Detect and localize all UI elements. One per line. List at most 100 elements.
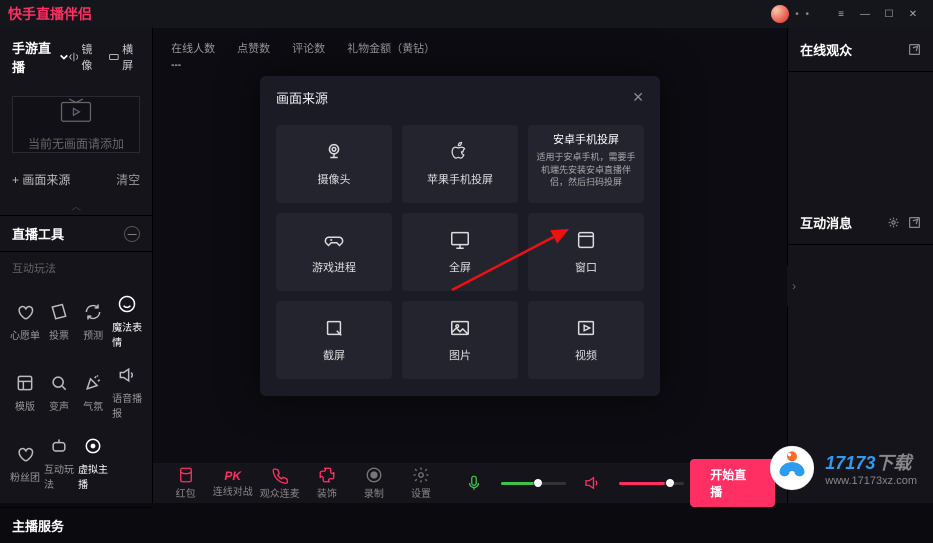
modal-close-icon[interactable]: ✕ bbox=[632, 89, 644, 106]
tools-sub-label: 互动玩法 bbox=[0, 252, 152, 284]
speaker-icon bbox=[117, 365, 137, 385]
tools-title: 直播工具 bbox=[12, 224, 64, 243]
bb-mic[interactable] bbox=[454, 474, 495, 493]
mode-dropdown[interactable]: 手游直播 bbox=[12, 38, 69, 76]
tool-virtual-host[interactable]: 虚拟主播 bbox=[78, 430, 108, 497]
puzzle-icon bbox=[318, 466, 336, 484]
window-icon bbox=[575, 229, 597, 251]
mic-slider[interactable] bbox=[501, 482, 566, 485]
collapse-right-icon[interactable]: › bbox=[787, 266, 801, 306]
refresh-icon bbox=[83, 302, 103, 322]
maximize-icon[interactable]: ☐ bbox=[877, 4, 901, 24]
preview-area[interactable]: 当前无画面请添加 bbox=[12, 96, 140, 153]
source-camera[interactable]: 摄像头 bbox=[276, 125, 392, 203]
popout-icon[interactable] bbox=[908, 43, 921, 56]
bb-speaker[interactable] bbox=[572, 474, 613, 493]
record-icon bbox=[365, 466, 383, 484]
tool-voicechange[interactable]: 变声 bbox=[44, 359, 74, 426]
bb-settings[interactable]: 设置 bbox=[400, 466, 441, 500]
source-fullscreen[interactable]: 全屏 bbox=[402, 213, 518, 291]
stat-gifts: 礼物金额（黄钻） bbox=[347, 40, 435, 71]
source-game[interactable]: 游戏进程 bbox=[276, 213, 392, 291]
preview-empty-text: 当前无画面请添加 bbox=[28, 135, 124, 152]
mirror-icon bbox=[69, 51, 79, 63]
start-stream-button[interactable]: 开始直播 bbox=[690, 459, 775, 507]
ticket-icon bbox=[49, 302, 69, 322]
gear-small-icon[interactable] bbox=[887, 216, 900, 229]
bb-redpacket[interactable]: 红包 bbox=[165, 466, 206, 500]
bb-record[interactable]: 录制 bbox=[353, 466, 394, 500]
source-window[interactable]: 窗口 bbox=[528, 213, 644, 291]
viewers-body bbox=[788, 72, 933, 201]
menu-icon[interactable]: ≡ bbox=[829, 4, 853, 24]
watermark-line1: 17173下载 bbox=[825, 449, 917, 475]
tool-vote[interactable]: 投票 bbox=[44, 288, 74, 355]
sidebar-right: › 在线观众 互动消息 bbox=[787, 28, 933, 503]
layout-icon bbox=[15, 373, 35, 393]
orientation-toggle[interactable]: 横屏 bbox=[109, 41, 140, 73]
messages-header: 互动消息 bbox=[788, 201, 933, 245]
tool-template[interactable]: 模版 bbox=[10, 359, 40, 426]
viewers-header: 在线观众 bbox=[788, 28, 933, 72]
drag-handle[interactable]: ︿ bbox=[0, 196, 152, 215]
tool-wishlist[interactable]: 心愿单 bbox=[10, 288, 40, 355]
tools-header: 直播工具 — bbox=[0, 215, 152, 252]
heart-icon bbox=[15, 302, 35, 322]
close-icon[interactable]: ✕ bbox=[901, 4, 925, 24]
chevron-down-icon bbox=[59, 51, 69, 63]
bb-pk[interactable]: PK 连线对战 bbox=[212, 469, 253, 498]
titlebar: 快手直播伴侣 • • ≡ — ☐ ✕ bbox=[0, 0, 933, 28]
avatar[interactable] bbox=[771, 5, 789, 23]
modal-header: 画面来源 ✕ bbox=[260, 76, 660, 119]
modal-grid: 摄像头 苹果手机投屏 安卓手机投屏 适用于安卓手机，需要手机端先安装安卓直播伴侣… bbox=[260, 119, 660, 395]
bottom-bar: 红包 PK 连线对战 观众连麦 装饰 录制 设置 bbox=[153, 463, 787, 503]
tool-atmosphere[interactable]: 气氛 bbox=[78, 359, 108, 426]
speaker-slider[interactable] bbox=[619, 482, 684, 485]
modal-title: 画面来源 bbox=[276, 88, 328, 107]
minimize-icon[interactable]: — bbox=[853, 4, 877, 24]
stat-likes: 点赞数 bbox=[237, 40, 270, 71]
tool-grid: 心愿单 投票 预测 魔法表情 模版 变声 bbox=[0, 284, 152, 507]
source-apple-cast[interactable]: 苹果手机投屏 bbox=[402, 125, 518, 203]
collapse-icon[interactable]: — bbox=[124, 226, 140, 242]
gear-icon bbox=[412, 466, 430, 484]
source-video[interactable]: 视频 bbox=[528, 301, 644, 379]
mode-header: 手游直播 镜像 横屏 bbox=[0, 28, 152, 86]
tool-tts[interactable]: 语音播报 bbox=[112, 359, 142, 426]
tv-icon bbox=[59, 97, 93, 125]
source-image[interactable]: 图片 bbox=[402, 301, 518, 379]
bb-audience-link[interactable]: 观众连麦 bbox=[259, 466, 300, 500]
crop-icon bbox=[323, 317, 345, 339]
source-modal: 画面来源 ✕ 摄像头 苹果手机投屏 安卓手机投屏 适用于安卓手机，需要手机端先安… bbox=[260, 76, 660, 396]
source-android-cast[interactable]: 安卓手机投屏 适用于安卓手机，需要手机端先安装安卓直播伴侣，然后扫码投屏 bbox=[528, 125, 644, 203]
bb-decor[interactable]: 装饰 bbox=[306, 466, 347, 500]
mirror-toggle[interactable]: 镜像 bbox=[69, 41, 100, 73]
tool-interactive[interactable]: 互动玩法 bbox=[44, 430, 74, 497]
image-icon bbox=[449, 317, 471, 339]
messages-title: 互动消息 bbox=[800, 213, 852, 232]
target-icon bbox=[83, 436, 103, 456]
tool-emoji[interactable]: 魔法表情 bbox=[112, 288, 142, 355]
speaker-out-icon bbox=[583, 474, 601, 492]
mic-icon bbox=[465, 474, 483, 492]
apple-icon bbox=[449, 141, 471, 163]
stat-comments: 评论数 bbox=[292, 40, 325, 71]
user-menu-dots[interactable]: • • bbox=[795, 9, 811, 20]
popout-icon-2[interactable] bbox=[908, 216, 921, 229]
tool-predict[interactable]: 预测 bbox=[78, 288, 108, 355]
phone-icon bbox=[271, 466, 289, 484]
gamepad-icon bbox=[323, 229, 345, 251]
watermark-logo-icon bbox=[767, 443, 817, 493]
tool-fanclub[interactable]: 粉丝团 bbox=[10, 430, 40, 497]
redpacket-icon bbox=[177, 466, 195, 484]
add-source-row: + 画面来源 清空 bbox=[0, 163, 152, 196]
source-capture[interactable]: 截屏 bbox=[276, 301, 392, 379]
sidebar-left: 手游直播 镜像 横屏 当前无画面请添加 + 画面来源 bbox=[0, 28, 153, 503]
service-header: 主播服务 bbox=[0, 507, 152, 543]
add-source-button[interactable]: + 画面来源 bbox=[12, 171, 70, 188]
watermark-line2: www.17173xz.com bbox=[825, 475, 917, 487]
mic-search-icon bbox=[49, 373, 69, 393]
clear-button[interactable]: 清空 bbox=[116, 171, 140, 188]
app-title: 快手直播伴侣 bbox=[8, 4, 92, 24]
confetti-icon bbox=[83, 373, 103, 393]
